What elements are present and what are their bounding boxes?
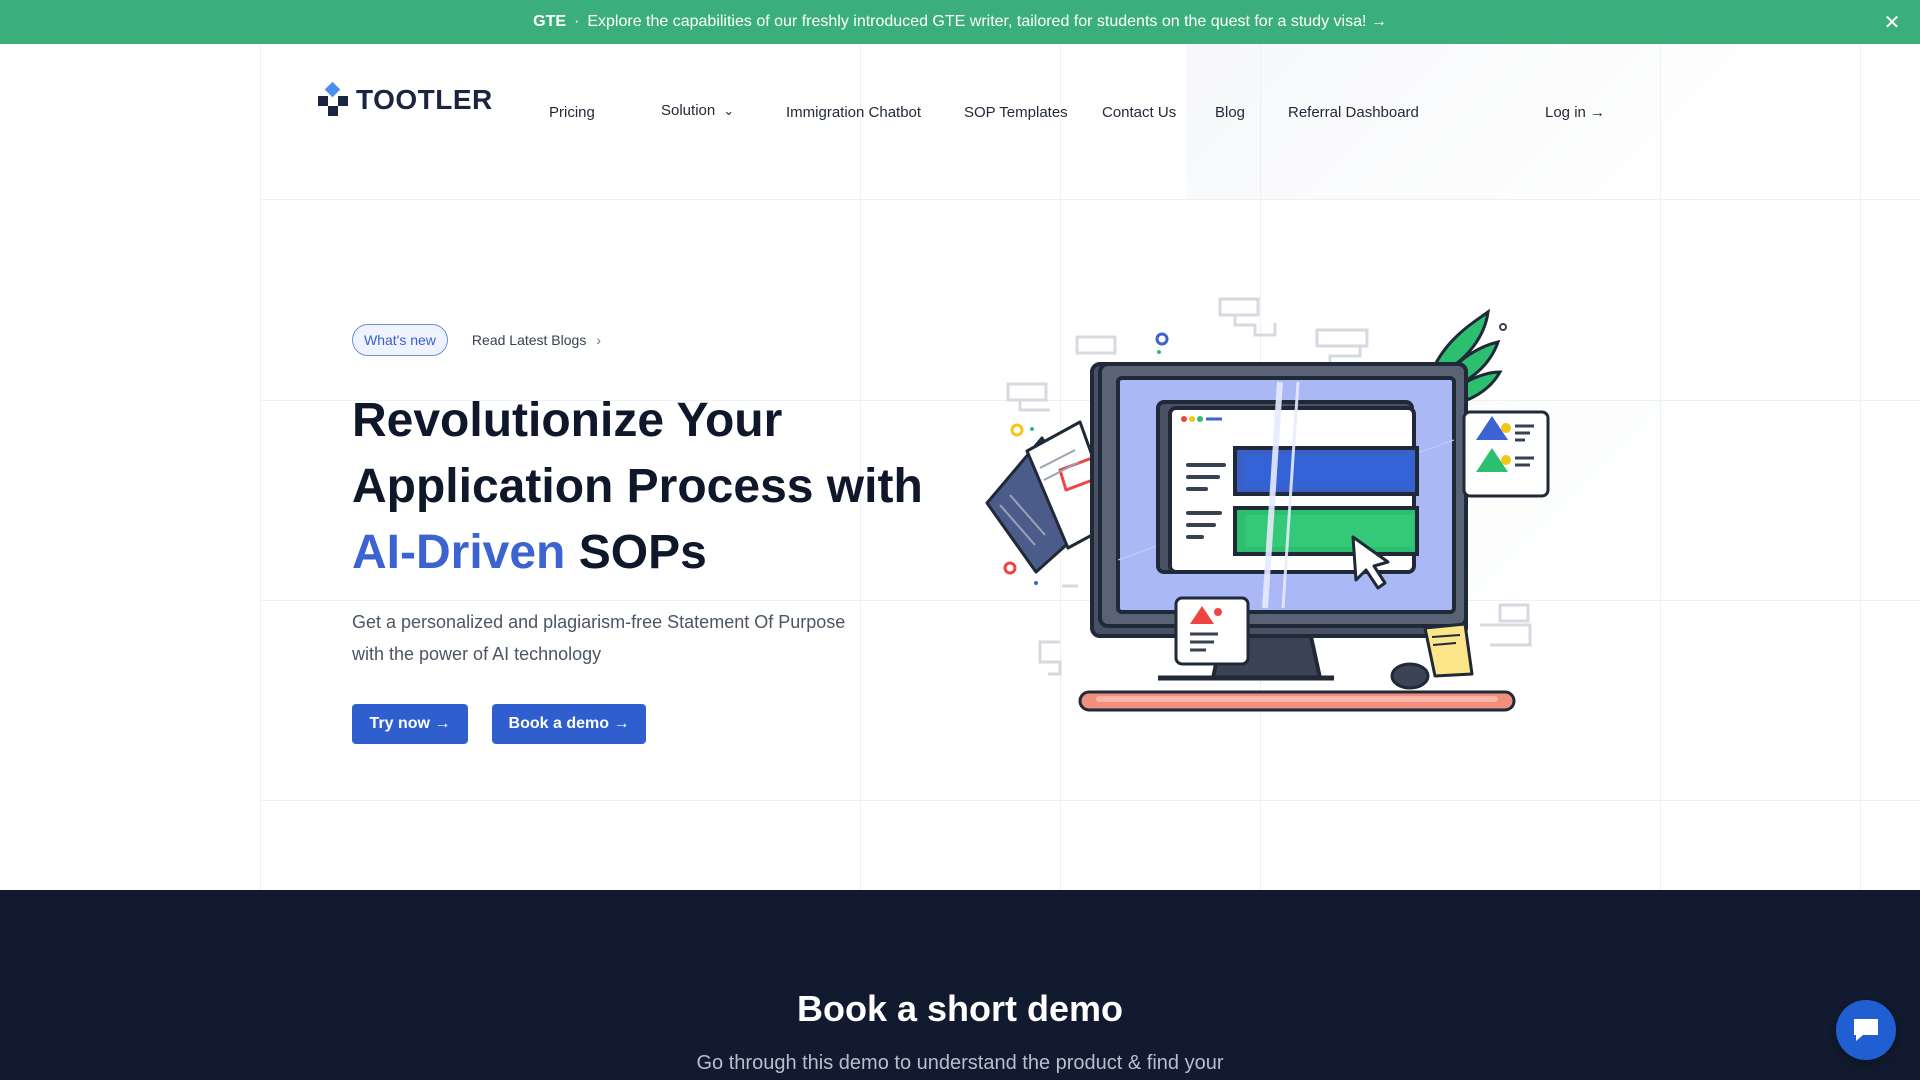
nav-solution-label: Solution — [661, 102, 716, 119]
hero-section: What's new Read Latest Blogs › Revolution… — [352, 324, 952, 744]
try-now-button[interactable]: Try now → — [352, 704, 468, 744]
nav-login[interactable]: Log in → — [1545, 104, 1605, 121]
headline-accent: AI-Driven — [352, 526, 566, 579]
nav-solution[interactable]: Solution ⌄ — [661, 102, 734, 119]
read-blogs-link[interactable]: Read Latest Blogs › — [472, 332, 601, 348]
headline-line-2: Application Process with — [352, 460, 923, 513]
nav-pricing[interactable]: Pricing — [549, 104, 595, 121]
hero-subtitle: Get a personalized and plagiarism-free S… — [352, 612, 846, 664]
nav-immigration-chatbot[interactable]: Immigration Chatbot — [786, 104, 921, 121]
headline-line-1: Revolutionize Your — [352, 394, 783, 447]
chevron-down-icon: ⌄ — [723, 103, 735, 118]
close-icon[interactable]: ✕ — [1878, 8, 1906, 36]
demo-section: Book a short demo Go through this demo t… — [0, 890, 1920, 1080]
nav-sop-templates[interactable]: SOP Templates — [964, 104, 1068, 121]
nav-blog[interactable]: Blog — [1215, 104, 1245, 121]
demo-subtitle: Go through this demo to understand the p… — [696, 1052, 1224, 1074]
logo-text: TOOTLER — [356, 84, 493, 115]
chevron-right-icon: › — [596, 332, 601, 348]
chat-bubble-icon[interactable] — [1836, 1000, 1896, 1060]
nav-contact-us[interactable]: Contact Us — [1102, 104, 1176, 121]
banner-message[interactable]: Explore the capabilities of our freshly … — [587, 13, 1387, 31]
demo-title: Book a short demo — [796, 988, 1124, 1029]
hero-headline: Revolutionize Your Application Process w… — [352, 388, 952, 586]
logo[interactable]: TOOTLER — [318, 81, 493, 116]
whats-new-pill[interactable]: What's new — [352, 324, 448, 356]
nav-referral-dashboard[interactable]: Referral Dashboard — [1288, 104, 1419, 121]
book-demo-button[interactable]: Book a demo → — [492, 704, 646, 744]
read-blogs-label: Read Latest Blogs — [471, 332, 587, 348]
site-header: TOOTLER Pricing Solution ⌄ Immigration Ch… — [0, 44, 1920, 200]
logo-mark-icon — [318, 81, 350, 116]
banner-tag: GTE — [533, 13, 567, 30]
announcement-banner[interactable]: GTE · Explore the capabilities of our fr… — [0, 0, 1920, 44]
banner-separator: · — [574, 13, 580, 30]
hero-buttons: Try now → Book a demo → — [352, 704, 952, 744]
whats-new-row: What's new Read Latest Blogs › — [352, 324, 952, 356]
headline-end: SOPs — [565, 526, 707, 579]
computer-illustration — [985, 297, 1550, 712]
chat-glyph — [1854, 1019, 1878, 1041]
